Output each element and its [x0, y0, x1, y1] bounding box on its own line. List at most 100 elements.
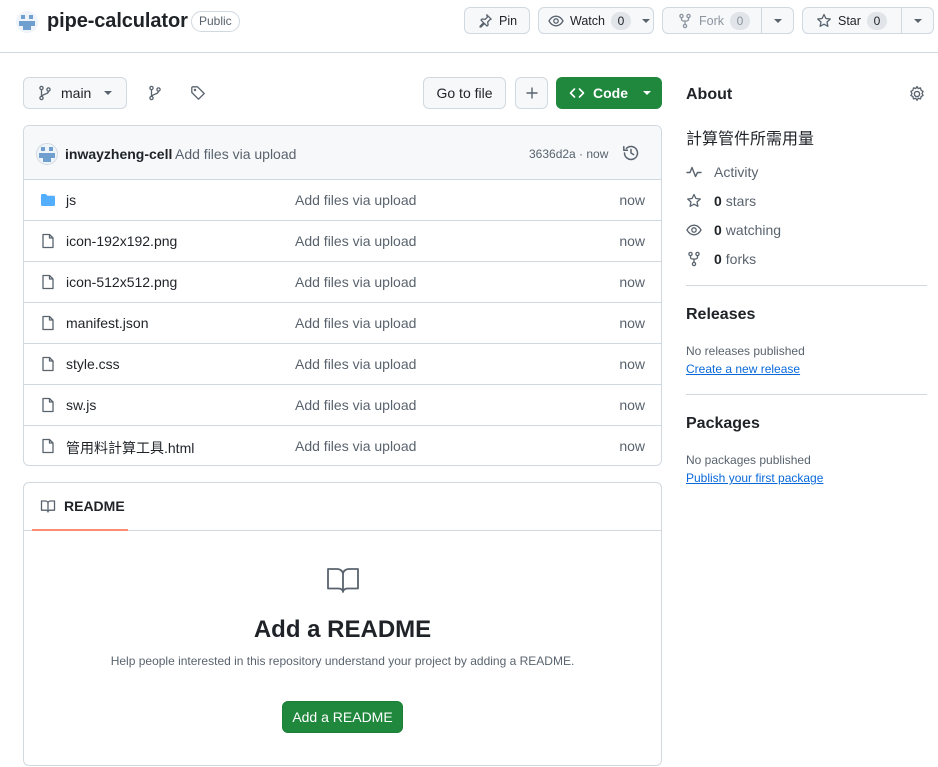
file-commit-message[interactable]: Add files via upload: [295, 397, 416, 413]
table-row[interactable]: sw.js Add files via upload now: [24, 385, 661, 426]
repo-name[interactable]: pipe-calculator: [47, 10, 188, 33]
file-commit-message[interactable]: Add files via upload: [295, 192, 416, 208]
tag-icon[interactable]: [182, 77, 214, 109]
folder-icon: [40, 192, 56, 208]
about-title: About: [686, 86, 733, 103]
file-commit-message[interactable]: Add files via upload: [295, 315, 416, 331]
stars-label: stars: [725, 193, 757, 209]
packages-title[interactable]: Packages: [686, 415, 760, 433]
file-commit-message[interactable]: Add files via upload: [295, 233, 416, 249]
table-row[interactable]: 管用料計算工具.html Add files via upload now: [24, 426, 661, 465]
table-row[interactable]: icon-512x512.png Add files via upload now: [24, 262, 661, 303]
latest-commit-bar: inwayzheng-cell Add files via upload 363…: [24, 126, 661, 180]
divider: [686, 394, 927, 395]
table-row[interactable]: manifest.json Add files via upload now: [24, 303, 661, 344]
file-icon: [40, 274, 56, 290]
star-count: 0: [866, 11, 887, 30]
star-icon: [686, 193, 702, 209]
pin-label: Pin: [499, 13, 518, 28]
go-to-file-button[interactable]: Go to file: [423, 77, 506, 109]
create-release-link[interactable]: Create a new release: [686, 362, 800, 376]
gear-icon[interactable]: [908, 85, 926, 103]
forks-link[interactable]: 0 forks: [686, 249, 756, 269]
branch-name: main: [61, 85, 92, 101]
file-name-link[interactable]: icon-512x512.png: [66, 274, 177, 290]
star-label: Star: [838, 13, 861, 28]
stars-link[interactable]: 0 stars: [686, 191, 756, 211]
star-button[interactable]: Star 0: [802, 7, 934, 34]
watch-label: Watch: [570, 13, 605, 28]
repo-description: 計算管件所需用量: [686, 129, 815, 148]
commit-author[interactable]: inwayzheng-cell: [65, 146, 172, 162]
add-readme-button[interactable]: Add a README: [282, 701, 403, 733]
file-icon: [40, 315, 56, 331]
repo-header: pipe-calculator Public Pin Watch 0 Fork …: [0, 0, 938, 53]
watching-count: 0: [714, 222, 722, 238]
divider: [686, 285, 927, 286]
file-commit-time: now: [619, 192, 645, 208]
add-file-button[interactable]: [515, 77, 548, 109]
eye-icon: [548, 13, 564, 29]
watching-link[interactable]: 0 watching: [686, 220, 781, 240]
code-icon: [569, 85, 585, 101]
file-name-link[interactable]: icon-192x192.png: [66, 233, 177, 249]
code-label: Code: [593, 85, 628, 101]
fork-label: Fork: [699, 13, 724, 28]
visibility-badge: Public: [191, 11, 240, 32]
avatar[interactable]: [36, 143, 58, 165]
file-commit-time: now: [619, 438, 645, 454]
fork-count: 0: [730, 11, 750, 30]
history-icon[interactable]: [621, 143, 641, 163]
file-icon: [40, 438, 56, 454]
activity-link[interactable]: Activity: [686, 162, 758, 182]
chevron-down-icon: [642, 90, 652, 96]
table-row[interactable]: style.css Add files via upload now: [24, 344, 661, 385]
readme-tabbar: README: [24, 483, 661, 531]
pin-button[interactable]: Pin: [464, 7, 530, 34]
activity-label: Activity: [714, 164, 759, 180]
watch-button[interactable]: Watch 0: [538, 7, 654, 34]
publish-package-link[interactable]: Publish your first package: [686, 471, 823, 485]
fork-dropdown[interactable]: [761, 8, 793, 33]
readme-box: README Add a README Help people interest…: [23, 482, 662, 766]
star-dropdown[interactable]: [901, 8, 933, 33]
chevron-down-icon: [641, 18, 651, 24]
file-commit-time: now: [619, 233, 645, 249]
branches-icon[interactable]: [139, 77, 171, 109]
watch-count: 0: [610, 11, 631, 30]
fork-button[interactable]: Fork 0: [662, 7, 794, 34]
file-name-link[interactable]: manifest.json: [66, 315, 148, 331]
file-name-link[interactable]: style.css: [66, 356, 120, 372]
owner-avatar[interactable]: [16, 11, 38, 33]
chevron-down-icon: [773, 18, 782, 23]
file-name-link[interactable]: 管用料計算工具.html: [66, 438, 194, 458]
book-icon: [40, 498, 56, 514]
chevron-down-icon: [913, 18, 922, 23]
commit-message[interactable]: Add files via upload: [175, 146, 296, 162]
book-icon: [326, 565, 360, 595]
table-row[interactable]: js Add files via upload now: [24, 180, 661, 221]
file-icon: [40, 356, 56, 372]
forks-label: forks: [725, 251, 757, 267]
releases-title[interactable]: Releases: [686, 306, 755, 324]
file-commit-message[interactable]: Add files via upload: [295, 274, 416, 290]
plus-icon: [525, 86, 539, 100]
file-icon: [40, 397, 56, 413]
file-name-link[interactable]: js: [66, 192, 76, 208]
file-commit-message[interactable]: Add files via upload: [295, 438, 416, 454]
forks-count: 0: [714, 251, 722, 267]
tab-readme[interactable]: README: [32, 483, 128, 531]
chevron-down-icon: [103, 90, 113, 96]
star-icon: [816, 13, 832, 29]
file-commit-time: now: [619, 397, 645, 413]
pin-icon: [477, 13, 493, 29]
file-name-link[interactable]: sw.js: [66, 397, 96, 413]
commit-meta[interactable]: 3636d2a · now: [529, 147, 608, 161]
branch-selector[interactable]: main: [23, 77, 127, 109]
file-commit-time: now: [619, 315, 645, 331]
table-row[interactable]: icon-192x192.png Add files via upload now: [24, 221, 661, 262]
file-icon: [40, 233, 56, 249]
code-button[interactable]: Code: [556, 77, 662, 109]
file-commit-message[interactable]: Add files via upload: [295, 356, 416, 372]
fork-icon: [677, 13, 693, 29]
